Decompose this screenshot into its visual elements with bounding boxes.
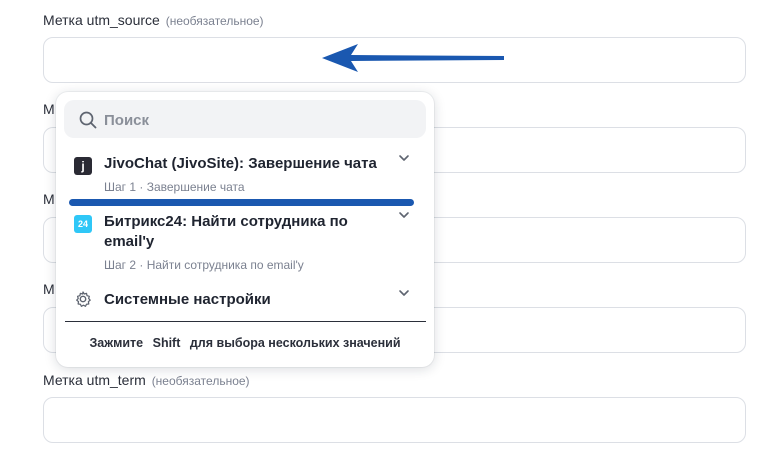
hint-suffix: для выбора нескольких значений [189, 336, 401, 350]
bitrix24-app-icon: 24 [74, 215, 92, 233]
utm-term-input[interactable] [43, 397, 746, 443]
chevron-down-icon[interactable] [397, 286, 411, 300]
hint-prefix: Зажмите [89, 336, 144, 350]
utm-term-optional-hint: (необязательное) [151, 374, 250, 388]
item-subtitle: Шаг 1 · Завершение чата [104, 180, 245, 194]
utm-content-label: М [43, 281, 55, 297]
highlight-underline [69, 199, 414, 206]
list-item-jivochat[interactable]: j JivoChat (JivoSite): Завершение чата Ш… [56, 148, 434, 198]
utm-source-optional-hint: (необязательное) [165, 14, 264, 28]
item-title: JivoChat (JivoSite): Завершение чата [104, 155, 377, 172]
search-input[interactable] [102, 107, 406, 133]
utm-term-label-text: Метка utm_term [43, 372, 146, 388]
item-subtitle: Шаг 2 · Найти сотрудника по email'у [104, 258, 304, 272]
list-item-system-settings[interactable]: Системные настройки [56, 284, 434, 314]
utm-term-label: Метка utm_term (необязательное) [43, 372, 250, 388]
chevron-down-icon[interactable] [397, 208, 411, 222]
divider [65, 321, 426, 322]
item-title: Битрикс24: Найти сотрудника по email'у [104, 213, 348, 250]
item-title: Системные настройки [104, 291, 271, 308]
chevron-down-icon[interactable] [397, 151, 411, 165]
search-box[interactable] [64, 100, 426, 138]
variable-picker-dropdown: j JivoChat (JivoSite): Завершение чата Ш… [56, 92, 434, 367]
arrow-left-icon [322, 44, 504, 72]
multiselect-hint: Зажмите Shift для выбора нескольких знач… [56, 336, 434, 350]
utm-source-label: Метка utm_source (необязательное) [43, 12, 264, 28]
utm-medium-label: М [43, 101, 55, 117]
search-icon [79, 111, 97, 129]
hint-key: Shift [152, 336, 181, 350]
jivochat-app-icon: j [74, 157, 92, 175]
utm-source-label-text: Метка utm_source [43, 12, 160, 28]
list-item-bitrix24[interactable]: 24 Битрикс24: Найти сотрудника по email'… [56, 206, 434, 276]
utm-campaign-label: М [43, 191, 55, 207]
gear-icon [76, 291, 91, 307]
